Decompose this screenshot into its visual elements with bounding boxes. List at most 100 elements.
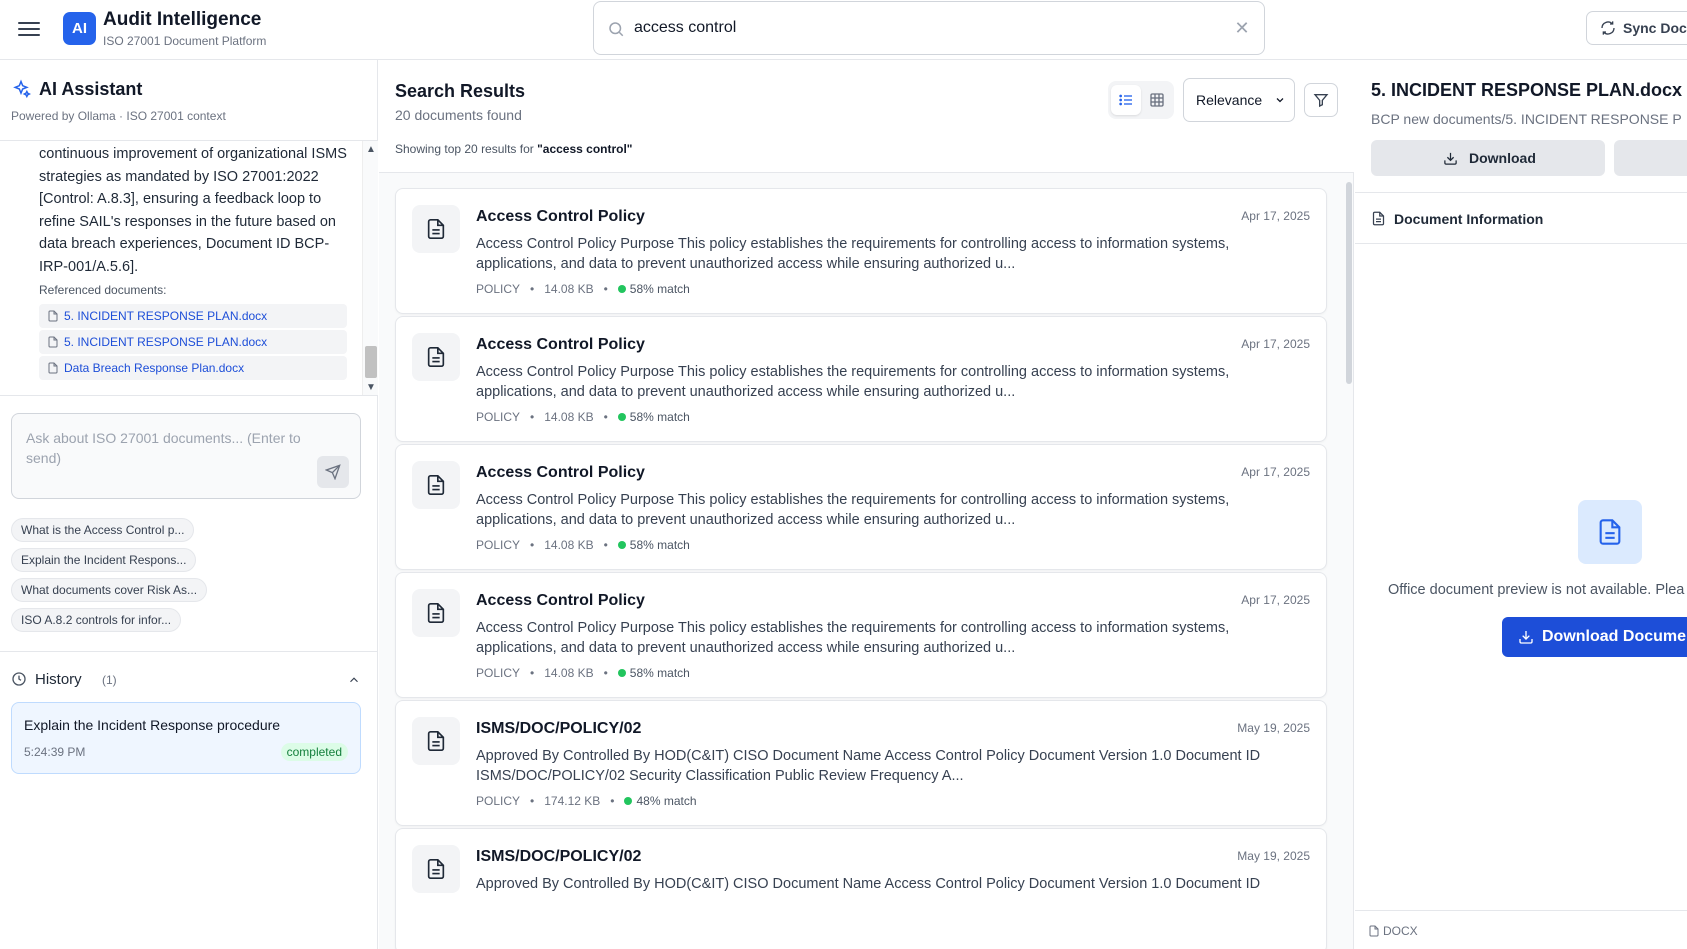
chevron-up-icon[interactable] <box>347 673 361 687</box>
history-header[interactable]: History (1) <box>11 669 361 691</box>
assistant-title: AI Assistant <box>39 79 143 99</box>
download-icon <box>1519 631 1533 644</box>
secondary-action-button[interactable] <box>1614 140 1687 176</box>
document-information-toggle[interactable]: Document Information <box>1355 192 1687 244</box>
download-document-button[interactable]: Download Docume <box>1502 617 1687 657</box>
result-type: POLICY <box>476 794 521 808</box>
close-icon[interactable]: ✕ <box>1232 18 1252 38</box>
chat-scrollbar[interactable]: ▲ ▼ <box>362 141 378 395</box>
results-scroll-thumb[interactable] <box>1346 182 1352 384</box>
result-title: Access Control Policy <box>476 208 645 225</box>
document-icon <box>412 717 460 765</box>
result-match: 58% match <box>629 538 690 552</box>
suggestion-chip[interactable]: What is the Access Control p... <box>11 518 195 542</box>
result-meta: POLICY • 14.08 KB • 58% match <box>476 410 690 424</box>
app-subtitle: ISO 27001 Document Platform <box>103 34 267 48</box>
results-header: Search Results 20 documents found Showin… <box>379 60 1354 173</box>
results-count: 20 documents found <box>395 107 522 123</box>
document-icon <box>48 310 58 322</box>
suggestion-chip[interactable]: What documents cover Risk As... <box>11 578 208 602</box>
result-date: Apr 17, 2025 <box>1241 465 1310 479</box>
result-type: POLICY <box>476 282 521 296</box>
grid-view-button[interactable] <box>1142 85 1172 115</box>
search-results-panel: Search Results 20 documents found Showin… <box>379 60 1354 949</box>
result-meta: POLICY • 14.08 KB • 58% match <box>476 282 690 296</box>
results-summary-prefix: Showing top 20 results for <box>395 142 538 156</box>
download-document-label: Download Docume <box>1542 628 1687 645</box>
document-icon <box>412 589 460 637</box>
filter-icon <box>1313 94 1329 108</box>
download-button[interactable]: Download <box>1371 140 1605 176</box>
app-logo: AI <box>63 12 96 45</box>
result-size: 14.08 KB <box>544 410 594 424</box>
suggestion-chip[interactable]: Explain the Incident Respons... <box>11 548 197 572</box>
results-list[interactable]: Access Control Policy Apr 17, 2025 Acces… <box>379 174 1354 949</box>
result-size: 174.12 KB <box>544 794 601 808</box>
document-icon <box>1578 500 1642 564</box>
history-item[interactable]: Explain the Incident Response procedure … <box>11 702 361 774</box>
result-type: POLICY <box>476 410 521 424</box>
sort-select[interactable]: Relevance <box>1183 78 1295 122</box>
result-card[interactable]: Access Control Policy Apr 17, 2025 Acces… <box>395 316 1327 442</box>
result-title: ISMS/DOC/POLICY/02 <box>476 848 642 865</box>
chat-input[interactable] <box>26 428 306 478</box>
result-card[interactable]: ISMS/DOC/POLICY/02 May 19, 2025 Approved… <box>395 828 1327 949</box>
sync-label: Sync Docs <box>1623 20 1687 36</box>
sparkles-icon <box>13 79 31 99</box>
document-information-label: Document Information <box>1394 211 1544 227</box>
referenced-document-link[interactable]: Data Breach Response Plan.docx <box>39 356 347 380</box>
chat-scroll-thumb[interactable] <box>365 346 377 378</box>
reference-label: Data Breach Response Plan.docx <box>64 361 245 375</box>
filter-button[interactable] <box>1304 83 1338 117</box>
download-label: Download <box>1469 150 1536 166</box>
assistant-panel: AI Assistant Powered by Ollama · ISO 270… <box>0 60 378 949</box>
assistant-message: continuous improvement of organizational… <box>39 146 347 275</box>
assistant-subtitle: Powered by Ollama · ISO 27001 context <box>11 109 226 123</box>
result-card[interactable]: Access Control Policy Apr 17, 2025 Acces… <box>395 572 1327 698</box>
result-date: May 19, 2025 <box>1237 849 1310 863</box>
clock-icon <box>12 672 26 686</box>
referenced-document-link[interactable]: 5. INCIDENT RESPONSE PLAN.docx <box>39 304 347 328</box>
list-view-button[interactable] <box>1111 85 1141 115</box>
result-snippet: Access Control Policy Purpose This polic… <box>476 620 1230 656</box>
suggestion-chip[interactable]: ISO A.8.2 controls for infor... <box>11 608 182 632</box>
result-card[interactable]: ISMS/DOC/POLICY/02 May 19, 2025 Approved… <box>395 700 1327 826</box>
scroll-up-arrow-icon[interactable]: ▲ <box>363 143 378 157</box>
result-size: 14.08 KB <box>544 666 594 680</box>
result-card[interactable]: Access Control Policy Apr 17, 2025 Acces… <box>395 188 1327 314</box>
document-icon <box>412 461 460 509</box>
chevron-down-icon <box>1276 98 1284 103</box>
result-card[interactable]: Access Control Policy Apr 17, 2025 Acces… <box>395 444 1327 570</box>
sync-docs-button[interactable]: Sync Docs <box>1586 11 1687 45</box>
referenced-document-link[interactable]: 5. INCIDENT RESPONSE PLAN.docx <box>39 330 347 354</box>
document-preview-panel: 5. INCIDENT RESPONSE PLAN.docx BCP new d… <box>1355 60 1687 949</box>
result-match: 58% match <box>629 410 690 424</box>
result-date: Apr 17, 2025 <box>1241 337 1310 351</box>
document-icon <box>412 845 460 893</box>
chat-messages[interactable]: continuous improvement of organizational… <box>0 140 378 396</box>
result-size: 14.08 KB <box>544 282 594 296</box>
result-meta: POLICY • 14.08 KB • 58% match <box>476 666 690 680</box>
send-button[interactable] <box>317 456 349 488</box>
result-snippet: Approved By Controlled By HOD(C&IT) CISO… <box>476 748 1261 784</box>
send-icon <box>325 464 341 480</box>
list-icon <box>1119 94 1132 106</box>
file-format-label: DOCX <box>1383 924 1418 938</box>
reference-label: 5. INCIDENT RESPONSE PLAN.docx <box>64 309 268 323</box>
view-toggle <box>1108 81 1174 119</box>
result-title: Access Control Policy <box>476 464 645 481</box>
hamburger-icon[interactable] <box>18 19 40 39</box>
scroll-down-arrow-icon[interactable]: ▼ <box>363 381 378 395</box>
result-title: ISMS/DOC/POLICY/02 <box>476 720 642 737</box>
result-snippet: Approved By Controlled By HOD(C&IT) CISO… <box>476 876 1261 892</box>
result-date: May 19, 2025 <box>1237 721 1310 735</box>
search-input[interactable] <box>634 16 1194 40</box>
result-size: 14.08 KB <box>544 538 594 552</box>
top-header: AI Audit Intelligence ISO 27001 Document… <box>0 0 1687 60</box>
document-icon <box>412 205 460 253</box>
results-title: Search Results <box>395 81 526 101</box>
search-bar: ✕ <box>593 1 1265 55</box>
document-icon <box>412 333 460 381</box>
chat-input-box <box>11 413 361 499</box>
result-title: Access Control Policy <box>476 592 645 609</box>
